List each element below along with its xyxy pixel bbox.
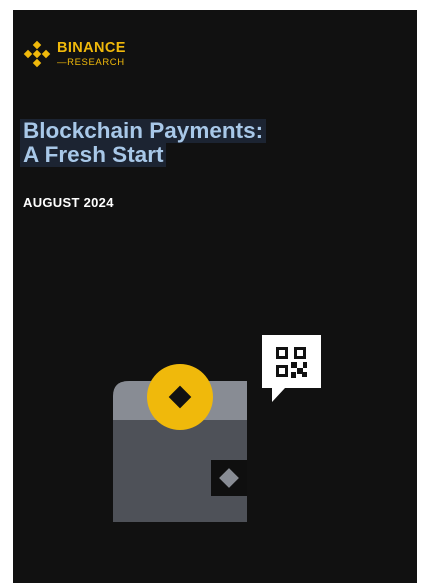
wallet-illustration (113, 335, 321, 522)
qr-code-speech-bubble-icon (262, 335, 321, 402)
report-cover: BINANCE —RESEARCH Blockchain Payments: A… (13, 10, 417, 583)
coin-icon (147, 364, 213, 430)
